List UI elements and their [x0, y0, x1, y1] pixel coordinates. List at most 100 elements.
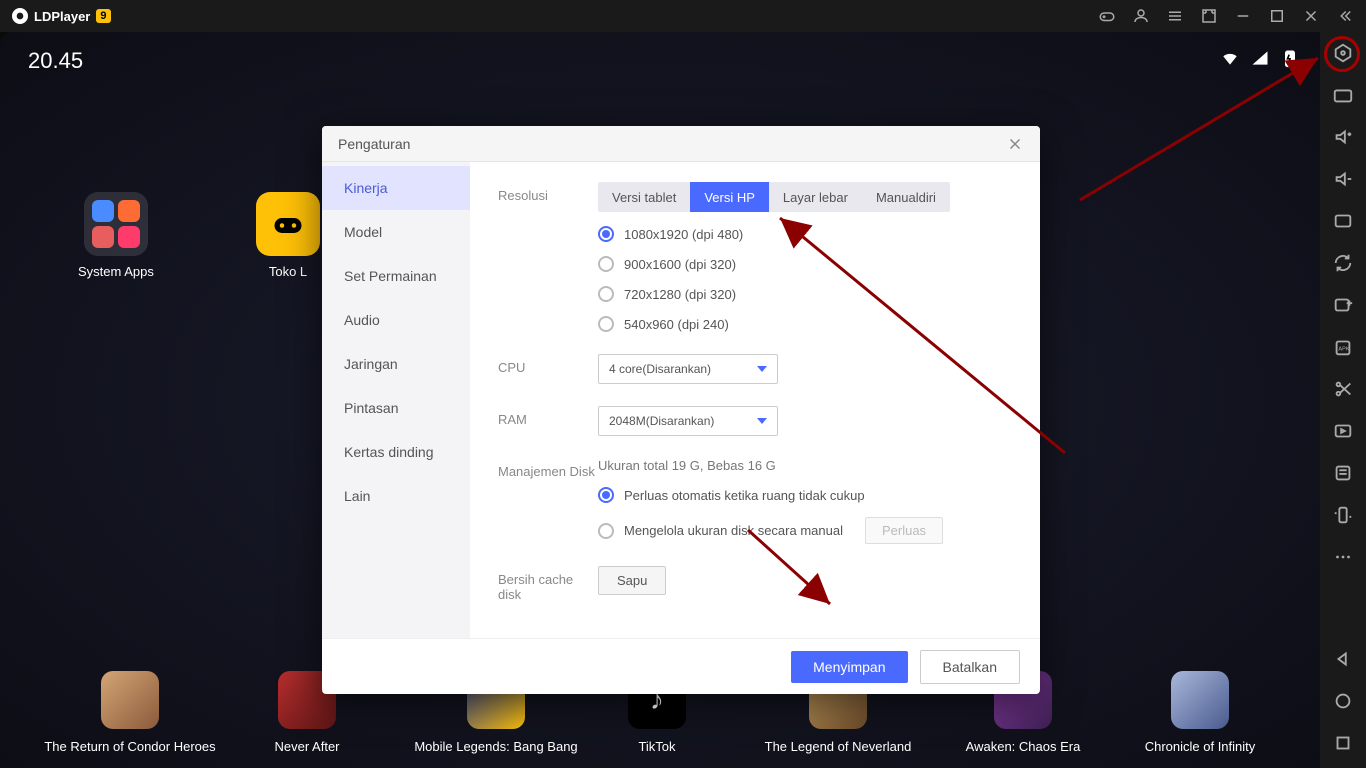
keyboard-icon[interactable]	[1332, 84, 1354, 106]
dock-label: Awaken: Chaos Era	[948, 739, 1098, 754]
multi-instance-icon[interactable]	[1332, 294, 1354, 316]
cancel-button[interactable]: Batalkan	[920, 650, 1020, 684]
dock-label: Never After	[252, 739, 362, 754]
gamepad-icon[interactable]	[1098, 7, 1116, 25]
expand-disk-button: Perluas	[865, 517, 943, 544]
settings-hexagon-icon[interactable]	[1332, 42, 1354, 64]
modal-titlebar: Pengaturan	[322, 126, 1040, 162]
radio-label: 900x1600 (dpi 320)	[624, 257, 736, 272]
maximize-icon[interactable]	[1268, 7, 1286, 25]
sync-icon[interactable]	[1332, 252, 1354, 274]
titlebar: LDPlayer 9	[0, 0, 1366, 32]
settings-sidebar: Kinerja Model Set Permainan Audio Jaring…	[322, 162, 470, 638]
resolution-option-720[interactable]: 720x1280 (dpi 320)	[598, 286, 1012, 302]
app-logo: LDPlayer 9	[12, 8, 111, 24]
disk-label: Manajemen Disk	[498, 458, 598, 544]
radio-icon	[598, 316, 614, 332]
modal-title: Pengaturan	[338, 136, 410, 152]
user-icon[interactable]	[1132, 7, 1150, 25]
cpu-value: 4 core(Disarankan)	[609, 362, 711, 376]
app-label: Toko L	[256, 264, 320, 279]
sidebar-item-audio[interactable]: Audio	[322, 298, 470, 342]
volume-up-icon[interactable]	[1332, 126, 1354, 148]
resolution-label: Resolusi	[498, 182, 598, 332]
resolution-option-540[interactable]: 540x960 (dpi 240)	[598, 316, 1012, 332]
ram-label: RAM	[498, 406, 598, 436]
app-version-badge: 9	[96, 9, 110, 23]
settings-modal: Pengaturan Kinerja Model Set Permainan A…	[322, 126, 1040, 694]
wifi-icon	[1220, 48, 1240, 68]
store-app[interactable]: Toko L	[256, 192, 320, 279]
sidebar-item-model[interactable]: Model	[322, 210, 470, 254]
radio-icon	[598, 286, 614, 302]
status-icons	[1220, 48, 1300, 68]
radio-icon	[598, 256, 614, 272]
titlebar-controls	[1098, 7, 1354, 25]
save-button[interactable]: Menyimpan	[791, 651, 907, 683]
cpu-label: CPU	[498, 354, 598, 384]
sidebar-item-performance[interactable]: Kinerja	[322, 166, 470, 210]
tab-tablet[interactable]: Versi tablet	[598, 182, 690, 212]
volume-down-icon[interactable]	[1332, 168, 1354, 190]
radio-icon	[598, 523, 614, 539]
home-icon[interactable]	[1332, 690, 1354, 712]
system-apps-folder[interactable]: System Apps	[78, 192, 154, 279]
clear-cache-button[interactable]: Sapu	[598, 566, 666, 595]
dock-label: Mobile Legends: Bang Bang	[396, 739, 596, 754]
radio-icon	[598, 226, 614, 242]
apk-icon[interactable]: APK	[1332, 336, 1354, 358]
more-icon[interactable]	[1332, 546, 1354, 568]
dock-app[interactable]: Chronicle of Infinity	[1120, 671, 1280, 754]
radio-label: 720x1280 (dpi 320)	[624, 287, 736, 302]
script-icon[interactable]	[1332, 462, 1354, 484]
clock: 20.45	[28, 48, 83, 74]
ram-value: 2048M(Disarankan)	[609, 414, 714, 428]
radio-label: Perluas otomatis ketika ruang tidak cuku…	[624, 488, 865, 503]
right-toolbar: APK	[1320, 32, 1366, 768]
dock-label: Chronicle of Infinity	[1120, 739, 1280, 754]
signal-icon	[1250, 48, 1270, 68]
close-icon[interactable]	[1302, 7, 1320, 25]
logo-icon	[12, 8, 28, 24]
radio-label: Mengelola ukuran disk secara manual	[624, 523, 843, 538]
sidebar-item-shortcut[interactable]: Pintasan	[322, 386, 470, 430]
dock-label: The Return of Condor Heroes	[40, 739, 220, 754]
tab-custom[interactable]: Manualdiri	[862, 182, 950, 212]
menu-icon[interactable]	[1166, 7, 1184, 25]
tab-phone[interactable]: Versi HP	[690, 182, 769, 212]
sidebar-item-game[interactable]: Set Permainan	[322, 254, 470, 298]
sidebar-item-wallpaper[interactable]: Kertas dinding	[322, 430, 470, 474]
dock-label: The Legend of Neverland	[748, 739, 928, 754]
emulator-screen: 20.45 System Apps Toko L The Return of C…	[0, 32, 1320, 768]
tab-wide[interactable]: Layar lebar	[769, 182, 862, 212]
fullscreen-icon[interactable]	[1200, 7, 1218, 25]
fullscreen-toggle-icon[interactable]	[1332, 210, 1354, 232]
disk-option-auto[interactable]: Perluas otomatis ketika ruang tidak cuku…	[598, 487, 1012, 503]
app-label: System Apps	[78, 264, 154, 279]
modal-footer: Menyimpan Batalkan	[322, 638, 1040, 694]
dock-label: TikTok	[602, 739, 712, 754]
radio-icon	[598, 487, 614, 503]
shake-icon[interactable]	[1332, 504, 1354, 526]
app-name: LDPlayer	[34, 9, 90, 24]
resolution-option-900[interactable]: 900x1600 (dpi 320)	[598, 256, 1012, 272]
record-icon[interactable]	[1332, 420, 1354, 442]
back-icon[interactable]	[1332, 648, 1354, 670]
sidebar-item-other[interactable]: Lain	[322, 474, 470, 518]
cache-label: Bersih cache disk	[498, 566, 598, 602]
resolution-option-1080[interactable]: 1080x1920 (dpi 480)	[598, 226, 1012, 242]
radio-label: 1080x1920 (dpi 480)	[624, 227, 743, 242]
scissors-icon[interactable]	[1332, 378, 1354, 400]
dock-app[interactable]: The Return of Condor Heroes	[40, 671, 220, 754]
collapse-sidebar-icon[interactable]	[1336, 7, 1354, 25]
cpu-select[interactable]: 4 core(Disarankan)	[598, 354, 778, 384]
ram-select[interactable]: 2048M(Disarankan)	[598, 406, 778, 436]
resolution-mode-tabs: Versi tablet Versi HP Layar lebar Manual…	[598, 182, 950, 212]
minimize-icon[interactable]	[1234, 7, 1252, 25]
recent-icon[interactable]	[1332, 732, 1354, 754]
disk-option-manual[interactable]: Mengelola ukuran disk secara manual Perl…	[598, 517, 1012, 544]
svg-text:APK: APK	[1338, 347, 1349, 353]
settings-content: Resolusi Versi tablet Versi HP Layar leb…	[470, 162, 1040, 638]
sidebar-item-network[interactable]: Jaringan	[322, 342, 470, 386]
modal-close-icon[interactable]	[1006, 135, 1024, 153]
